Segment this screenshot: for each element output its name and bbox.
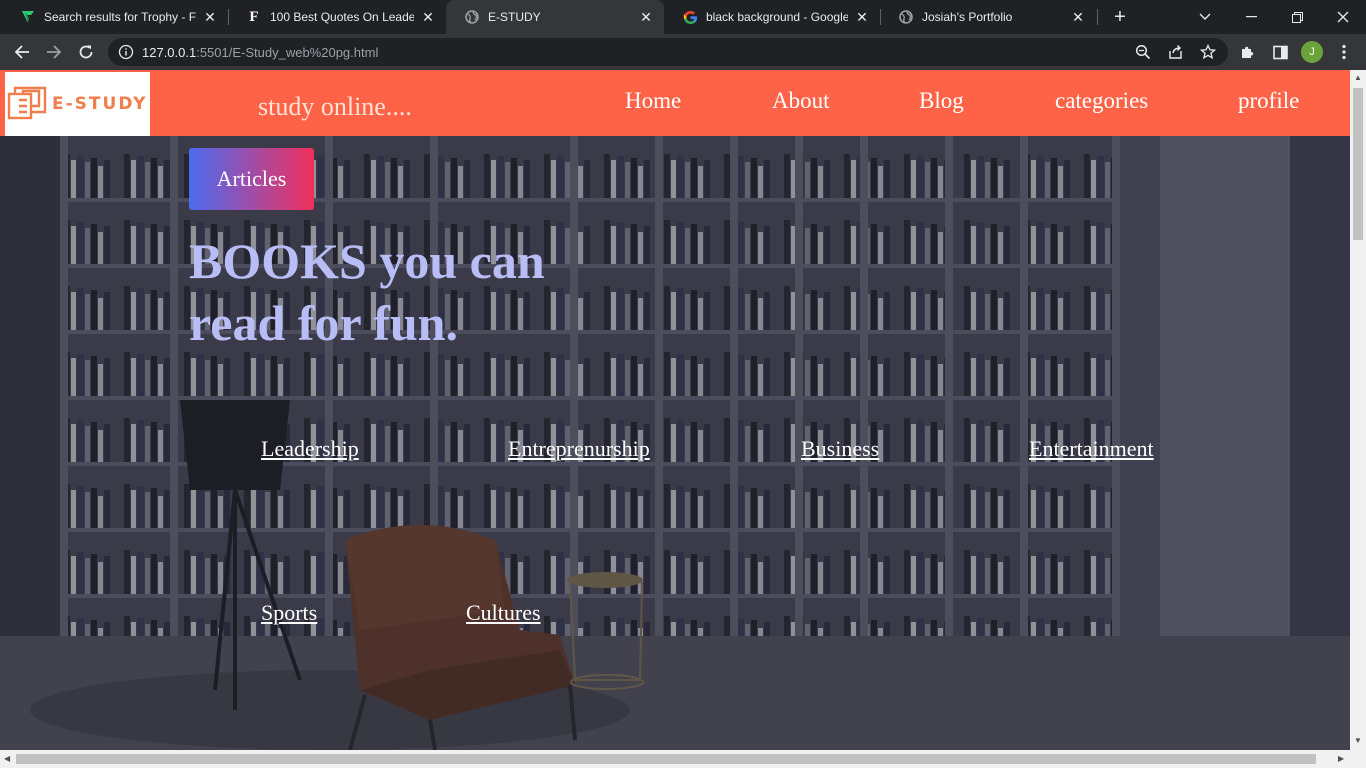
nav-profile-link[interactable]: profile: [1238, 88, 1299, 114]
close-icon: [1337, 11, 1349, 23]
site-navbar: E-STUDY study online.... Home About Blog…: [0, 70, 1350, 136]
category-link-cultures[interactable]: Cultures: [466, 600, 541, 626]
reload-icon: [79, 45, 93, 59]
site-tagline: study online....: [258, 92, 412, 121]
restore-icon: [1291, 11, 1303, 23]
address-bar[interactable]: 127.0.0.1:5501/E-Study_web%20pg.html: [108, 38, 1228, 66]
url-host: 127.0.0.1: [142, 45, 197, 60]
tab-title: E-STUDY: [488, 10, 541, 24]
category-link-business[interactable]: Business: [801, 436, 879, 462]
articles-button[interactable]: Articles: [189, 148, 314, 210]
scroll-down-arrow-icon[interactable]: ▼: [1354, 736, 1362, 745]
logo-text: E-STUDY: [52, 94, 148, 114]
close-window-button[interactable]: [1320, 0, 1366, 34]
arrow-left-icon: [14, 45, 29, 59]
share-icon[interactable]: [1168, 44, 1184, 60]
chevron-down-icon: [1199, 13, 1211, 20]
f-letter-icon: F: [249, 8, 259, 25]
site-logo[interactable]: E-STUDY: [5, 72, 150, 136]
tab-title: Josiah's Portfolio: [922, 10, 1013, 24]
headline-line-1: BOOKS you can: [189, 233, 545, 289]
e-study-logo-icon: [7, 86, 47, 120]
scroll-right-arrow-icon[interactable]: ▶: [1338, 754, 1344, 763]
tab-google-search[interactable]: black background - Google S ✕: [664, 0, 880, 34]
browser-toolbar: 127.0.0.1:5501/E-Study_web%20pg.html J: [0, 34, 1366, 70]
google-icon: [682, 9, 698, 25]
profile-avatar[interactable]: J: [1301, 41, 1323, 63]
tab-strip: Search results for Trophy - Fl ✕ F 100 B…: [0, 0, 1366, 34]
scroll-up-arrow-icon[interactable]: ▲: [1354, 73, 1362, 82]
category-link-entreprenurship[interactable]: Entreprenurship: [508, 436, 650, 462]
tab-title: Search results for Trophy - Fl: [44, 10, 196, 24]
tab-title: black background - Google S: [706, 10, 848, 24]
close-tab-icon[interactable]: ✕: [638, 9, 654, 25]
page-viewport: E-STUDY study online.... Home About Blog…: [0, 70, 1350, 750]
url-path: :5501/E-Study_web%20pg.html: [196, 45, 379, 60]
extensions-button[interactable]: [1234, 38, 1262, 66]
puzzle-icon: [1242, 46, 1254, 58]
close-tab-icon[interactable]: ✕: [202, 9, 218, 25]
new-tab-button[interactable]: +: [1109, 6, 1131, 28]
tab-trophy-search[interactable]: Search results for Trophy - Fl ✕: [2, 0, 228, 34]
tab-title: 100 Best Quotes On Leadersh: [270, 10, 414, 24]
zoom-icon[interactable]: [1135, 44, 1151, 60]
tab-portfolio[interactable]: Josiah's Portfolio ✕: [880, 0, 1096, 34]
info-icon[interactable]: [118, 44, 134, 60]
globe-icon: [464, 9, 480, 25]
tab-leadership-quotes[interactable]: F 100 Best Quotes On Leadersh ✕: [228, 0, 446, 34]
forward-button[interactable]: [40, 38, 68, 66]
scroll-left-arrow-icon[interactable]: ◀: [4, 754, 10, 763]
vertical-scroll-thumb[interactable]: [1353, 88, 1363, 240]
horizontal-scroll-thumb[interactable]: [16, 754, 1316, 764]
nav-categories-link[interactable]: categories: [1055, 88, 1148, 114]
close-tab-icon[interactable]: ✕: [420, 9, 436, 25]
close-tab-icon[interactable]: ✕: [854, 9, 870, 25]
url-text: 127.0.0.1:5501/E-Study_web%20pg.html: [142, 45, 378, 60]
category-link-sports[interactable]: Sports: [261, 600, 317, 626]
nav-about-link[interactable]: About: [772, 88, 830, 114]
reload-button[interactable]: [72, 38, 100, 66]
restore-button[interactable]: [1274, 0, 1320, 34]
nav-blog-link[interactable]: Blog: [919, 88, 964, 114]
arrow-right-icon: [47, 45, 62, 59]
back-button[interactable]: [8, 38, 36, 66]
category-link-leadership[interactable]: Leadership: [261, 436, 359, 462]
category-link-entertainment[interactable]: Entertainment: [1029, 436, 1154, 462]
kebab-menu-icon: [1342, 44, 1346, 60]
tab-e-study[interactable]: E-STUDY ✕: [446, 0, 664, 34]
flaticon-icon: [20, 9, 36, 25]
side-panel-icon: [1272, 45, 1288, 59]
globe-icon: [898, 9, 914, 25]
tab-separator: [1097, 9, 1098, 25]
headline-line-2: read for fun.: [189, 295, 458, 351]
tab-search-button[interactable]: [1182, 0, 1228, 34]
hero-headline: BOOKS you can read for fun.: [189, 230, 609, 354]
horizontal-scrollbar[interactable]: ◀ ▶: [0, 750, 1366, 768]
bookmark-star-icon[interactable]: [1200, 44, 1216, 60]
close-tab-icon[interactable]: ✕: [1070, 9, 1086, 25]
minimize-button[interactable]: [1228, 0, 1274, 34]
nav-home-link[interactable]: Home: [625, 88, 681, 114]
vertical-scrollbar[interactable]: ▲ ▼: [1350, 70, 1366, 750]
minimize-icon: [1245, 16, 1257, 18]
chrome-menu-button[interactable]: [1330, 38, 1358, 66]
side-panel-button[interactable]: [1266, 38, 1294, 66]
